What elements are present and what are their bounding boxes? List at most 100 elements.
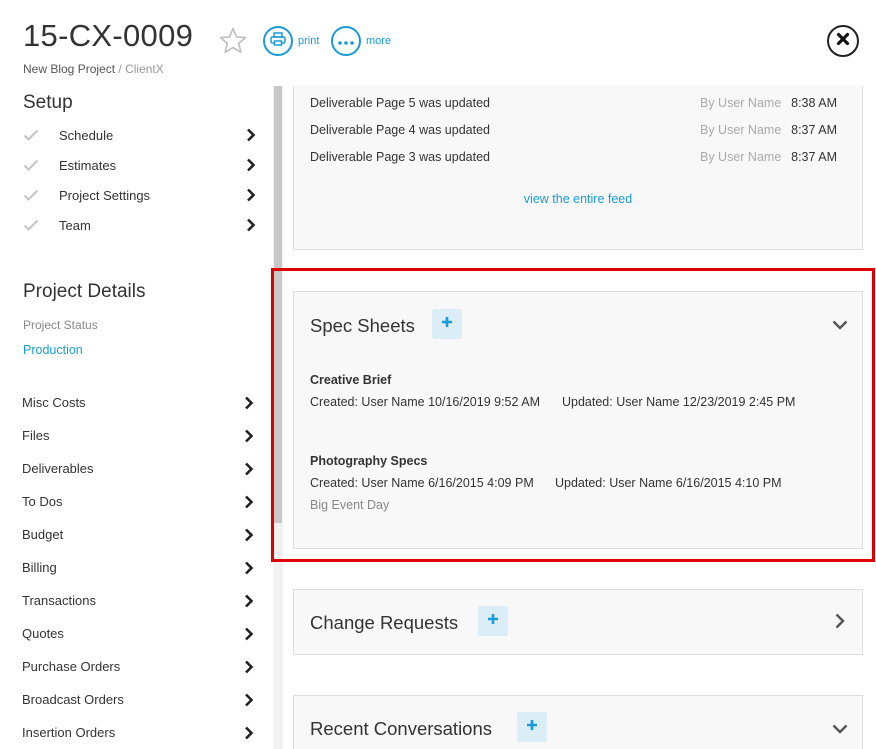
setup-item-project-settings[interactable]: Project Settings (23, 180, 258, 210)
more-link[interactable]: more (366, 35, 391, 47)
feed-row-text: Deliverable Page 5 was updated (310, 96, 490, 110)
nav-item-label: Transactions (22, 593, 96, 608)
print-icon (270, 31, 286, 51)
plus-icon (526, 718, 538, 736)
nav-item-files[interactable]: Files (22, 419, 256, 452)
nav-item-purchase-orders[interactable]: Purchase Orders (22, 650, 256, 683)
feed-row-user: By User Name (700, 96, 782, 110)
close-button[interactable] (827, 25, 859, 57)
chevron-right-icon (242, 395, 256, 411)
feed-row-user: By User Name (700, 150, 782, 164)
nav-item-misc-costs[interactable]: Misc Costs (22, 386, 256, 419)
sidebar-scrollbar-thumb[interactable] (274, 86, 282, 523)
change-requests-panel: Change Requests (293, 589, 863, 655)
feed-row: Deliverable Page 3 was updated By User N… (310, 150, 837, 170)
setup-item-label: Team (59, 217, 91, 233)
nav-item-label: Billing (22, 560, 57, 575)
chevron-right-icon (244, 217, 258, 233)
chevron-right-icon (242, 692, 256, 708)
plus-icon (441, 315, 453, 333)
nav-item-label: Quotes (22, 626, 64, 641)
sidebar: Setup Schedule Estimates Project Setting… (0, 86, 272, 749)
setup-section-title: Setup (23, 92, 73, 113)
chevron-right-icon (242, 659, 256, 675)
page-header: 15-CX-0009 print more New Blog Project /… (0, 0, 876, 86)
nav-item-budget[interactable]: Budget (22, 518, 256, 551)
setup-item-label: Schedule (59, 127, 114, 143)
nav-item-broadcast-orders[interactable]: Broadcast Orders (22, 683, 256, 716)
feed-row-text: Deliverable Page 4 was updated (310, 123, 490, 137)
view-entire-feed-link[interactable]: view the entire feed (294, 192, 862, 206)
activity-feed-panel: Deliverable Page 5 was updated By User N… (293, 86, 863, 250)
nav-item-label: To Dos (22, 494, 63, 509)
spec-sheet-name[interactable]: Creative Brief (310, 373, 391, 387)
chevron-right-icon (242, 593, 256, 609)
recent-conversations-collapse-toggle[interactable] (832, 722, 848, 738)
chevron-down-icon (832, 721, 848, 739)
spec-sheet-meta: Created: User Name 10/16/2019 9:52 AM Up… (310, 395, 795, 409)
check-icon (23, 129, 59, 141)
project-status-value[interactable]: Production (23, 343, 83, 357)
spec-sheets-title: Spec Sheets (310, 315, 415, 336)
star-icon[interactable] (218, 26, 248, 56)
setup-item-estimates[interactable]: Estimates (23, 150, 258, 180)
check-icon (23, 219, 59, 231)
setup-item-team[interactable]: Team (23, 210, 258, 240)
setup-item-schedule[interactable]: Schedule (23, 120, 258, 150)
recent-conversations-panel: Recent Conversations (293, 695, 863, 749)
feed-row-time: 8:37 AM (791, 150, 837, 164)
more-icon (338, 32, 354, 50)
nav-item-label: Broadcast Orders (22, 692, 124, 707)
add-conversation-button[interactable] (517, 712, 547, 742)
nav-item-label: Budget (22, 527, 64, 542)
chevron-right-icon (242, 560, 256, 576)
breadcrumb-separator: / (118, 62, 122, 76)
nav-item-to-dos[interactable]: To Dos (22, 485, 256, 518)
nav-item-insertion-orders[interactable]: Insertion Orders (22, 716, 256, 749)
chevron-right-icon (244, 127, 258, 143)
spec-sheets-collapse-toggle[interactable] (832, 318, 848, 334)
breadcrumb-project[interactable]: New Blog Project (23, 62, 115, 76)
print-button[interactable] (263, 26, 293, 56)
change-requests-expand-toggle[interactable] (832, 613, 848, 631)
nav-item-label: Deliverables (22, 461, 94, 476)
check-icon (23, 189, 59, 201)
nav-item-deliverables[interactable]: Deliverables (22, 452, 256, 485)
change-requests-title: Change Requests (310, 612, 459, 633)
plus-icon (487, 612, 499, 630)
chevron-right-icon (242, 527, 256, 543)
nav-item-billing[interactable]: Billing (22, 551, 256, 584)
spec-sheet-meta: Created: User Name 6/16/2015 4:09 PM Upd… (310, 476, 782, 490)
chevron-right-icon (242, 494, 256, 510)
chevron-right-icon (244, 187, 258, 203)
nav-item-transactions[interactable]: Transactions (22, 584, 256, 617)
print-link[interactable]: print (298, 35, 319, 47)
breadcrumb-client[interactable]: ClientX (125, 62, 164, 76)
breadcrumb: New Blog Project / ClientX (23, 62, 164, 76)
feed-row: Deliverable Page 4 was updated By User N… (310, 123, 837, 143)
feed-row: Deliverable Page 5 was updated By User N… (310, 96, 837, 116)
project-status-label: Project Status (23, 318, 98, 332)
more-button[interactable] (331, 26, 361, 56)
setup-item-label: Project Settings (59, 187, 151, 203)
feed-row-text: Deliverable Page 3 was updated (310, 150, 490, 164)
spec-sheet-updated: Updated: User Name 12/23/2019 2:45 PM (562, 395, 796, 409)
setup-item-label: Estimates (59, 157, 117, 173)
spec-sheet-created: Created: User Name 10/16/2019 9:52 AM (310, 395, 540, 409)
add-change-request-button[interactable] (478, 606, 508, 636)
chevron-right-icon (242, 626, 256, 642)
spec-sheet-note: Big Event Day (310, 498, 390, 512)
feed-row-time: 8:37 AM (791, 123, 837, 137)
check-icon (23, 159, 59, 171)
project-id-title: 15-CX-0009 (23, 18, 194, 53)
chevron-right-icon (242, 428, 256, 444)
chevron-right-icon (242, 725, 256, 741)
close-icon (836, 32, 850, 51)
add-spec-sheet-button[interactable] (432, 309, 462, 339)
nav-item-quotes[interactable]: Quotes (22, 617, 256, 650)
nav-item-label: Misc Costs (22, 395, 86, 410)
feed-row-time: 8:38 AM (791, 96, 837, 110)
nav-item-label: Insertion Orders (22, 725, 116, 740)
spec-sheet-name[interactable]: Photography Specs (310, 454, 427, 468)
nav-item-label: Files (22, 428, 50, 443)
